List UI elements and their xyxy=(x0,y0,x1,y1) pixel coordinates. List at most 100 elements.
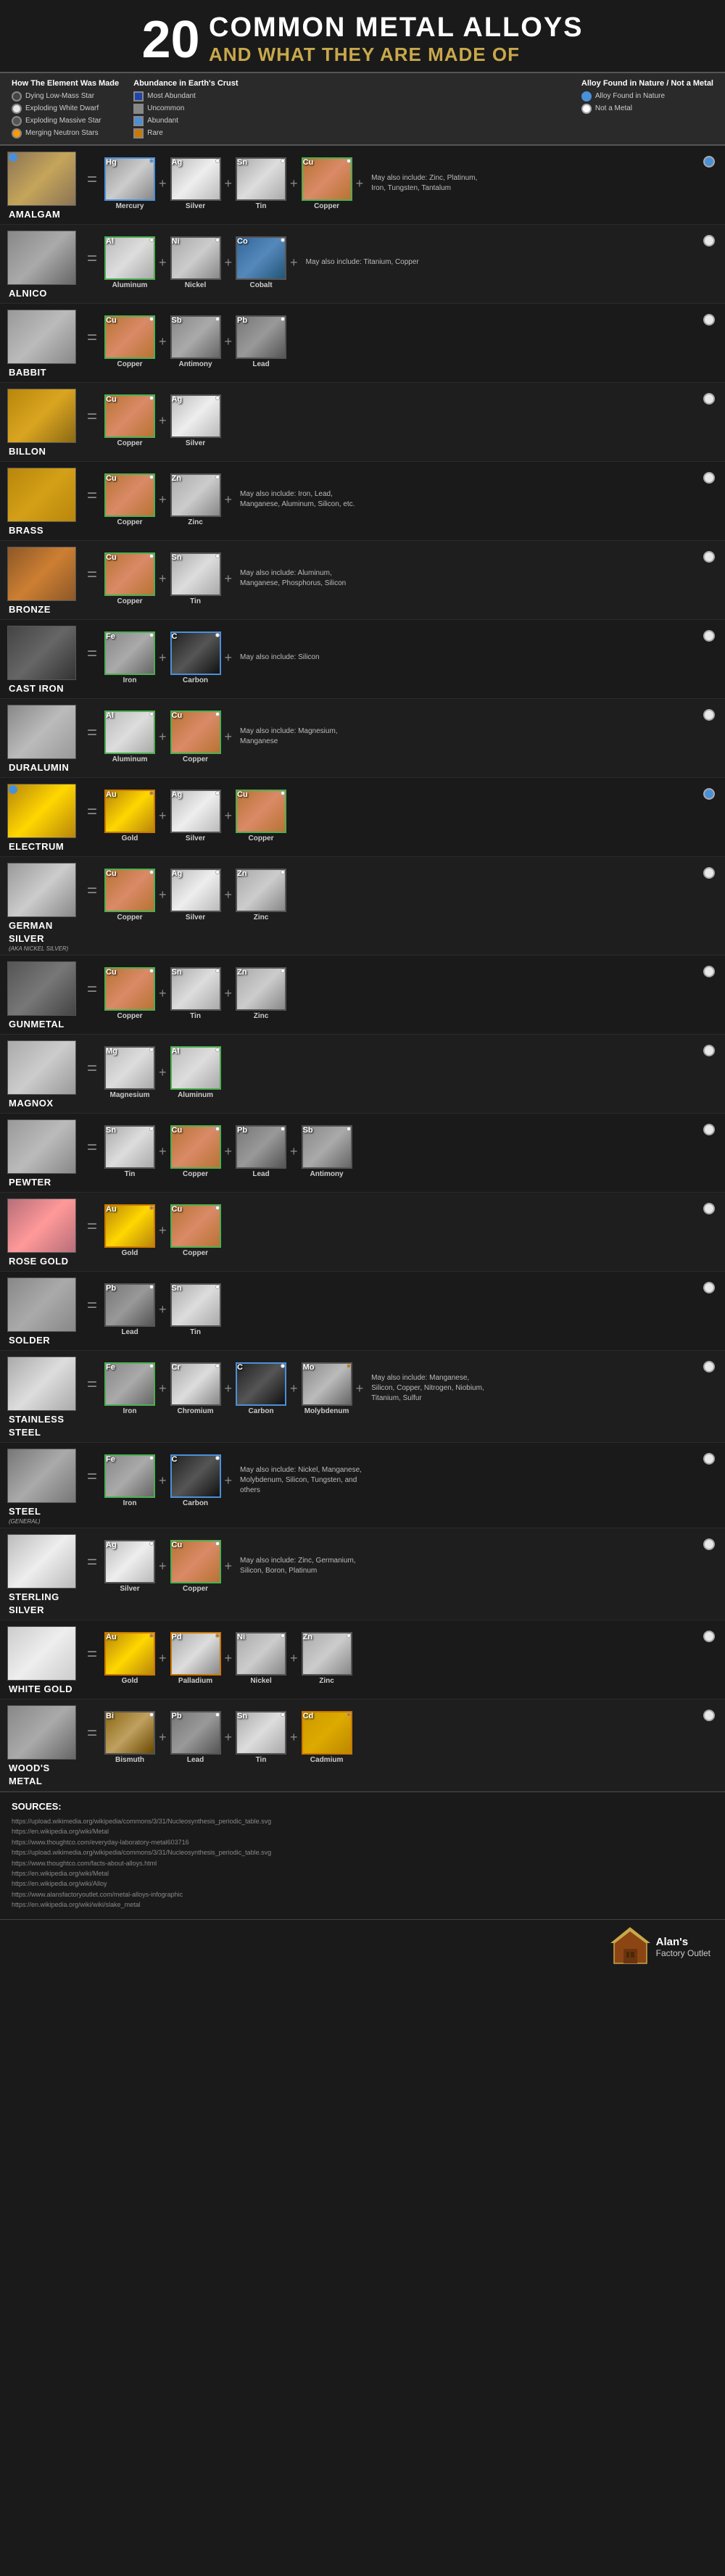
component: AgSilver xyxy=(170,869,221,922)
alloy-subtitle: (GENERAL) xyxy=(9,1518,41,1525)
component-symbol: Mg xyxy=(106,1047,117,1056)
component: AlAluminum xyxy=(104,236,155,289)
source-link[interactable]: https://www.thoughtco.com/facts-about-al… xyxy=(12,1858,713,1868)
plus-sign: + xyxy=(223,1381,235,1396)
component-image xyxy=(170,631,221,675)
source-link[interactable]: https://en.wikipedia.org/wiki/Metal xyxy=(12,1826,713,1836)
element-dot xyxy=(149,870,154,874)
element-dot xyxy=(149,1127,154,1131)
element-dot xyxy=(215,396,220,400)
alloy-name: ROSE GOLD xyxy=(9,1256,69,1267)
nature-indicator xyxy=(700,961,718,977)
component-name: Bismuth xyxy=(115,1756,144,1764)
source-link[interactable]: https://en.wikipedia.org/wiki/wiki/slake… xyxy=(12,1900,713,1910)
nature-circle xyxy=(703,867,715,879)
footer-bar: Alan's Factory Outlet xyxy=(0,1919,725,1974)
plus-sign: + xyxy=(354,1381,366,1396)
element-dot xyxy=(215,1127,220,1131)
alloy-thumbnail xyxy=(7,1198,76,1253)
plus-sign: + xyxy=(223,729,235,745)
component: CuCopper xyxy=(236,790,286,842)
component: SbAntimony xyxy=(302,1125,352,1178)
equals-sign: = xyxy=(84,1626,100,1665)
component-symbol: Cu xyxy=(106,968,117,977)
legend-bar: How The Element Was Made Dying Low-Mass … xyxy=(0,72,725,146)
alloy-thumbnail xyxy=(7,961,76,1016)
component-symbol: Zn xyxy=(237,968,246,977)
formula-row: AlAluminum+CuCopper+May also include: Ma… xyxy=(104,705,696,763)
source-link[interactable]: https://www.alansfactoryoutlet.com/metal… xyxy=(12,1889,713,1900)
source-link[interactable]: https://upload.wikimedia.org/wikipedia/c… xyxy=(12,1816,713,1826)
nature-circle xyxy=(703,1282,715,1293)
formula-row: SnTin+CuCopper+PbLead+SbAntimony xyxy=(104,1119,696,1178)
af-found: Alloy Found in Nature xyxy=(581,91,713,102)
nature-indicator xyxy=(700,547,718,563)
element-dot xyxy=(281,1127,285,1131)
source-link[interactable]: https://en.wikipedia.org/wiki/Metal xyxy=(12,1868,713,1879)
alloy-thumbnail xyxy=(7,1040,76,1095)
nature-circle xyxy=(703,1710,715,1721)
equals-sign: = xyxy=(84,863,100,901)
component-name: Copper xyxy=(117,597,143,605)
element-dot xyxy=(149,712,154,716)
element-dot xyxy=(149,475,154,479)
plus-sign: + xyxy=(157,334,169,349)
nature-circle xyxy=(703,1124,715,1135)
element-dot xyxy=(215,1364,220,1368)
element-dot xyxy=(281,317,285,321)
alloy-thumbnail xyxy=(7,1449,76,1503)
component-symbol: Al xyxy=(106,711,114,720)
alloy-note: May also include: Aluminum, Manganese, P… xyxy=(236,566,366,592)
source-link[interactable]: https://en.wikipedia.org/wiki/Alloy xyxy=(12,1879,713,1889)
component-symbol: Fe xyxy=(106,1455,115,1464)
dwarf-circle xyxy=(12,104,22,114)
component-symbol: C xyxy=(172,632,178,641)
title-block: Common Metal Alloys And What They Are Ma… xyxy=(209,13,584,66)
component-symbol: Sn xyxy=(237,158,247,167)
plus-sign: + xyxy=(288,1144,300,1159)
component-symbol: Ag xyxy=(172,158,183,167)
component-symbol: Cu xyxy=(172,1205,183,1214)
formula-row: AuGold+CuCopper xyxy=(104,1198,696,1257)
source-link[interactable]: https://upload.wikimedia.org/wikipedia/c… xyxy=(12,1847,713,1858)
nature-indicator xyxy=(700,863,718,879)
alloy-thumbnail xyxy=(7,626,76,680)
legend-how-made: How The Element Was Made Dying Low-Mass … xyxy=(12,79,119,138)
element-dot xyxy=(149,1712,154,1717)
alloy-row: STAINLESS STEEL=FeIron+CrChromium+CCarbo… xyxy=(0,1351,725,1443)
alloy-thumbnail xyxy=(7,863,76,917)
component: FeIron xyxy=(104,1362,155,1415)
nature-indicator xyxy=(700,310,718,326)
component: CrChromium xyxy=(170,1362,221,1415)
component-name: Copper xyxy=(117,518,143,526)
alloy-name: BILLON xyxy=(9,446,46,457)
element-dot xyxy=(149,396,154,400)
nature-circle xyxy=(703,1453,715,1465)
alloy-row: SOLDER=PbLead+SnTin xyxy=(0,1272,725,1351)
legend-dying: Dying Low-Mass Star xyxy=(12,91,119,102)
equals-sign: = xyxy=(84,1040,100,1079)
component-symbol: C xyxy=(237,1363,243,1372)
formula-row: PbLead+SnTin xyxy=(104,1277,696,1336)
element-dot xyxy=(149,1456,154,1460)
component-name: Copper xyxy=(249,834,274,842)
element-dot xyxy=(215,1048,220,1052)
neutron-label: Merging Neutron Stars xyxy=(25,129,99,137)
plus-sign: + xyxy=(354,176,366,191)
component-name: Tin xyxy=(190,1012,201,1020)
component-symbol: Sn xyxy=(172,1284,182,1293)
legend-abundance: Abundance in Earth's Crust Most Abundant… xyxy=(133,79,238,138)
plus-sign: + xyxy=(157,1144,169,1159)
formula-row: MgMagnesium+AlAluminum xyxy=(104,1040,696,1099)
element-dot xyxy=(215,159,220,163)
plus-sign: + xyxy=(223,334,235,349)
component-name: Aluminum xyxy=(112,281,148,289)
component: CuCopper xyxy=(170,1540,221,1593)
component: PbLead xyxy=(170,1711,221,1764)
source-link[interactable]: https://www.thoughtco.com/everyday-labor… xyxy=(12,1837,713,1847)
element-dot xyxy=(215,633,220,637)
alloy-found-title: Alloy Found in Nature / Not a Metal xyxy=(581,79,713,88)
alloy-row: BABBIT=CuCopper+SbAntimony+PbLead xyxy=(0,304,725,383)
legend-abundance-title: Abundance in Earth's Crust xyxy=(133,79,238,88)
alloy-note: May also include: Zinc, Germanium, Silic… xyxy=(236,1553,366,1579)
